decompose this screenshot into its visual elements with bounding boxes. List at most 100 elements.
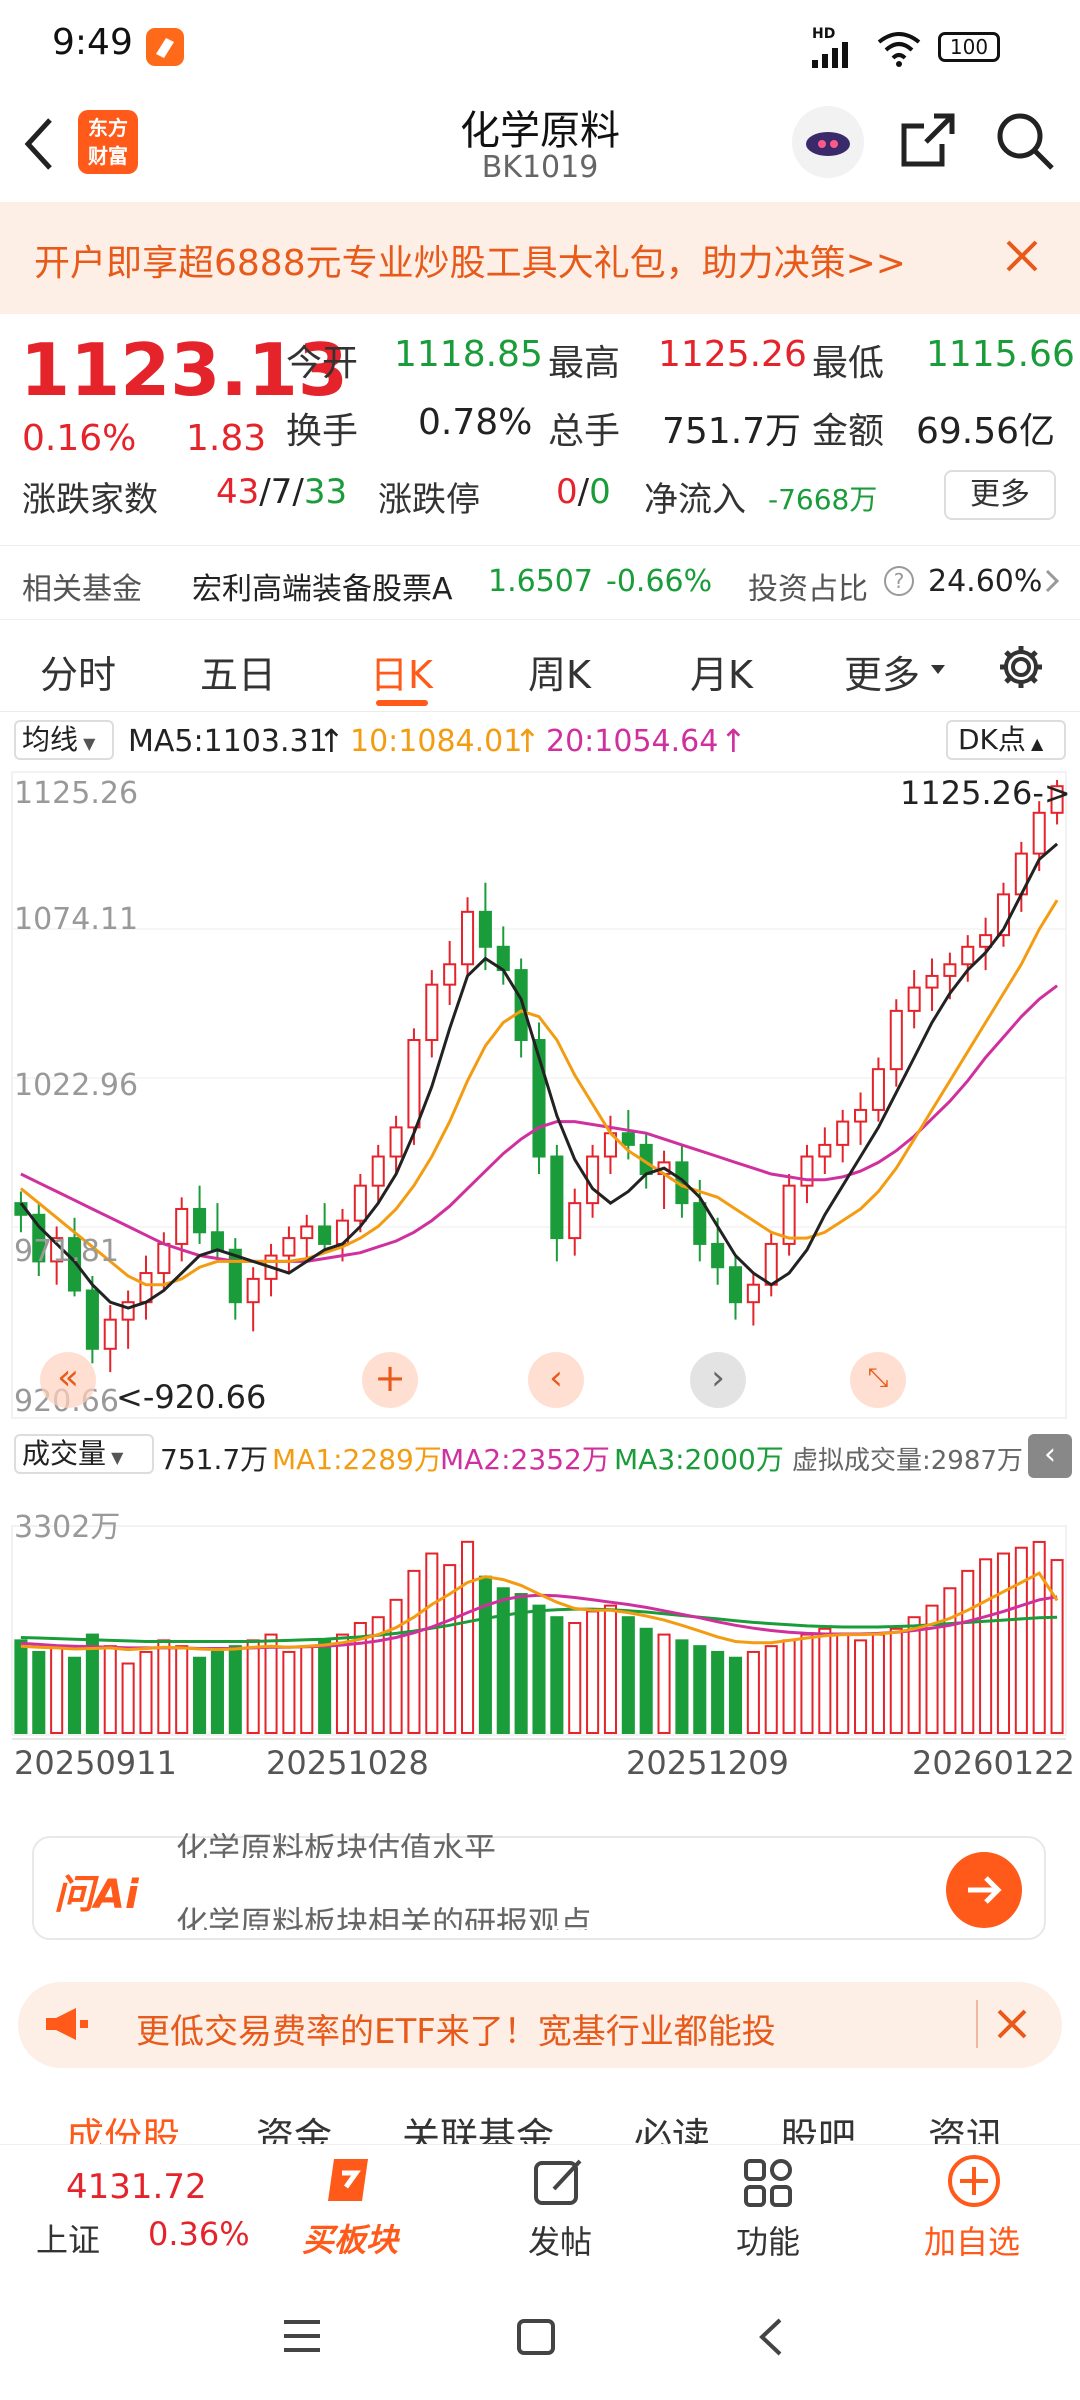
candle-body (818, 1143, 832, 1158)
volume-bar (121, 1662, 135, 1734)
volume-bar (228, 1645, 242, 1734)
ratio-label: 投资占比 (748, 572, 868, 607)
volume-bar (979, 1558, 993, 1734)
volume-bar (693, 1645, 707, 1734)
index-name[interactable]: 上证 (36, 2215, 100, 2261)
limit-label: 涨跌停 (378, 480, 480, 520)
volume-bar (1032, 1540, 1046, 1734)
post-button[interactable]: 发帖 (528, 2217, 592, 2263)
volume-bar (425, 1552, 439, 1734)
zoom-in-icon[interactable]: + (362, 1352, 418, 1408)
home-icon[interactable] (516, 2318, 556, 2360)
close-icon[interactable] (994, 2006, 1030, 2046)
tab-intraday[interactable]: 分时 (40, 644, 116, 699)
ma5-legend: MA5:1103.31 (128, 724, 328, 759)
volume-value: 751.7万 (662, 411, 802, 452)
ai-suggestion-2[interactable]: 化学原料板块相关的研报观点 (176, 1898, 876, 1930)
volume-bar (175, 1645, 189, 1734)
volume-bar (1050, 1559, 1064, 1735)
promo-banner-text[interactable]: 开户即享超6888元专业炒股工具大礼包，助力决策>> (34, 234, 906, 286)
candle-body (210, 1231, 224, 1251)
add-watchlist-button[interactable]: 加自选 (924, 2217, 1020, 2263)
amount-label: 金额 (812, 411, 885, 452)
chevron-right-icon[interactable] (1044, 566, 1060, 600)
tab-must-read[interactable]: 必读 (634, 2106, 710, 2144)
candle-body (443, 963, 457, 986)
netflow-label: 净流入 (644, 480, 746, 520)
back-nav-icon[interactable] (756, 2316, 786, 2362)
kline-svg[interactable] (0, 768, 1080, 1808)
tab-constituents[interactable]: 成份股 (66, 2106, 180, 2144)
tab-daily-k[interactable]: 日K (370, 644, 433, 699)
kline-chart-area[interactable]: 均线 ▼ MA5:1103.31 ↑ 10:1084.01 ↑ 20:1054.… (0, 712, 1080, 1800)
more-button[interactable]: 更多 (944, 470, 1056, 520)
assistant-avatar-icon[interactable] (792, 106, 864, 178)
arrow-right-icon[interactable] (946, 1852, 1022, 1928)
fund-name[interactable]: 宏利高端装备股票A (192, 564, 453, 608)
tab-more[interactable]: 更多 (844, 644, 920, 699)
buy-sector-icon[interactable] (316, 2153, 386, 2217)
scroll-right-icon[interactable]: › (690, 1352, 746, 1408)
volume-bar (210, 1650, 224, 1735)
related-fund-row[interactable]: 相关基金 宏利高端装备股票A 1.6507 -0.66% 投资占比 ? 24.6… (0, 545, 1080, 620)
volume-bar (478, 1575, 492, 1734)
etf-promo-text[interactable]: 更低交易费率的ETF来了！宽基行业都能投 (136, 2004, 776, 2053)
settings-gear-icon[interactable] (996, 642, 1046, 696)
ai-suggestion-1[interactable]: 化学原料板块估值水平 (176, 1824, 876, 1858)
dropdown-triangle-icon[interactable] (930, 660, 946, 679)
function-grid-icon[interactable] (742, 2157, 794, 2213)
breadth-values: 43/7/33 (216, 472, 348, 512)
search-icon[interactable] (994, 110, 1056, 176)
index-value[interactable]: 4131.72 (66, 2167, 207, 2207)
tab-news[interactable]: 资讯 (928, 2106, 1004, 2144)
tab-funds-flow[interactable]: 资金 (256, 2106, 332, 2144)
volume-bar (157, 1639, 171, 1734)
collapse-panel-icon[interactable]: ‹ (1028, 1434, 1072, 1478)
share-icon[interactable] (898, 110, 958, 174)
ai-question-box[interactable]: 问Ai 化学原料板块估值水平 化学原料板块相关的研报观点 (32, 1830, 1046, 1940)
candle-body (782, 1184, 796, 1245)
price-axis-label: 1125.26 (14, 776, 139, 811)
volume-bar (264, 1633, 278, 1735)
close-icon[interactable] (1002, 236, 1042, 280)
scroll-left-icon[interactable]: ‹ (528, 1352, 584, 1408)
header: 东方 财富 化学原料 BK1019 (0, 92, 1080, 202)
menu-icon[interactable] (282, 2318, 322, 2358)
tab-weekly-k[interactable]: 周K (528, 644, 591, 699)
volume-bar (711, 1650, 725, 1735)
candle-body (961, 945, 975, 966)
buy-sector-button[interactable]: 买板块 (302, 2215, 398, 2261)
candle-body (85, 1289, 99, 1350)
etf-promo-bar[interactable]: 更低交易费率的ETF来了！宽基行业都能投 (18, 1982, 1062, 2068)
price-axis-label: 971.81 (14, 1234, 119, 1269)
tab-five-day[interactable]: 五日 (200, 644, 276, 699)
volume-bar (532, 1604, 546, 1735)
promo-banner[interactable]: 开户即享超6888元专业炒股工具大礼包，助力决策>> (0, 202, 1080, 314)
candle-body (693, 1202, 707, 1245)
index-change[interactable]: 0.36% (148, 2215, 250, 2253)
fullscreen-icon[interactable]: ⤡ (850, 1352, 906, 1408)
ai-logo: 问Ai (54, 1872, 139, 1918)
help-icon[interactable]: ? (884, 566, 914, 596)
candle-body (728, 1266, 743, 1304)
volume-bar (943, 1587, 957, 1735)
volume-selector[interactable]: 成交量 ▼ (14, 1434, 154, 1474)
candle-body (621, 1132, 635, 1146)
add-watchlist-icon[interactable] (946, 2153, 1002, 2213)
post-edit-icon[interactable] (532, 2155, 588, 2213)
tab-related-funds[interactable]: 关联基金 (402, 2106, 554, 2144)
notification-app-icon (146, 28, 184, 66)
ma-selector[interactable]: 均线 ▼ (14, 720, 114, 760)
volume-bar (139, 1650, 153, 1735)
detail-tabs: 成份股 资金 关联基金 必读 股吧 资讯 (0, 2084, 1080, 2144)
dk-point-toggle[interactable]: DK点 ▲ (946, 720, 1066, 760)
wifi-icon (876, 30, 922, 72)
scroll-left-fast-icon[interactable]: « (40, 1352, 96, 1408)
tab-monthly-k[interactable]: 月K (690, 644, 753, 699)
volume-bar (246, 1639, 260, 1734)
breadth-label: 涨跌家数 (22, 480, 158, 520)
volume-bar (961, 1569, 975, 1735)
function-button[interactable]: 功能 (736, 2217, 800, 2263)
amount-value: 69.56亿 (916, 411, 1056, 452)
tab-forum[interactable]: 股吧 (780, 2106, 856, 2144)
